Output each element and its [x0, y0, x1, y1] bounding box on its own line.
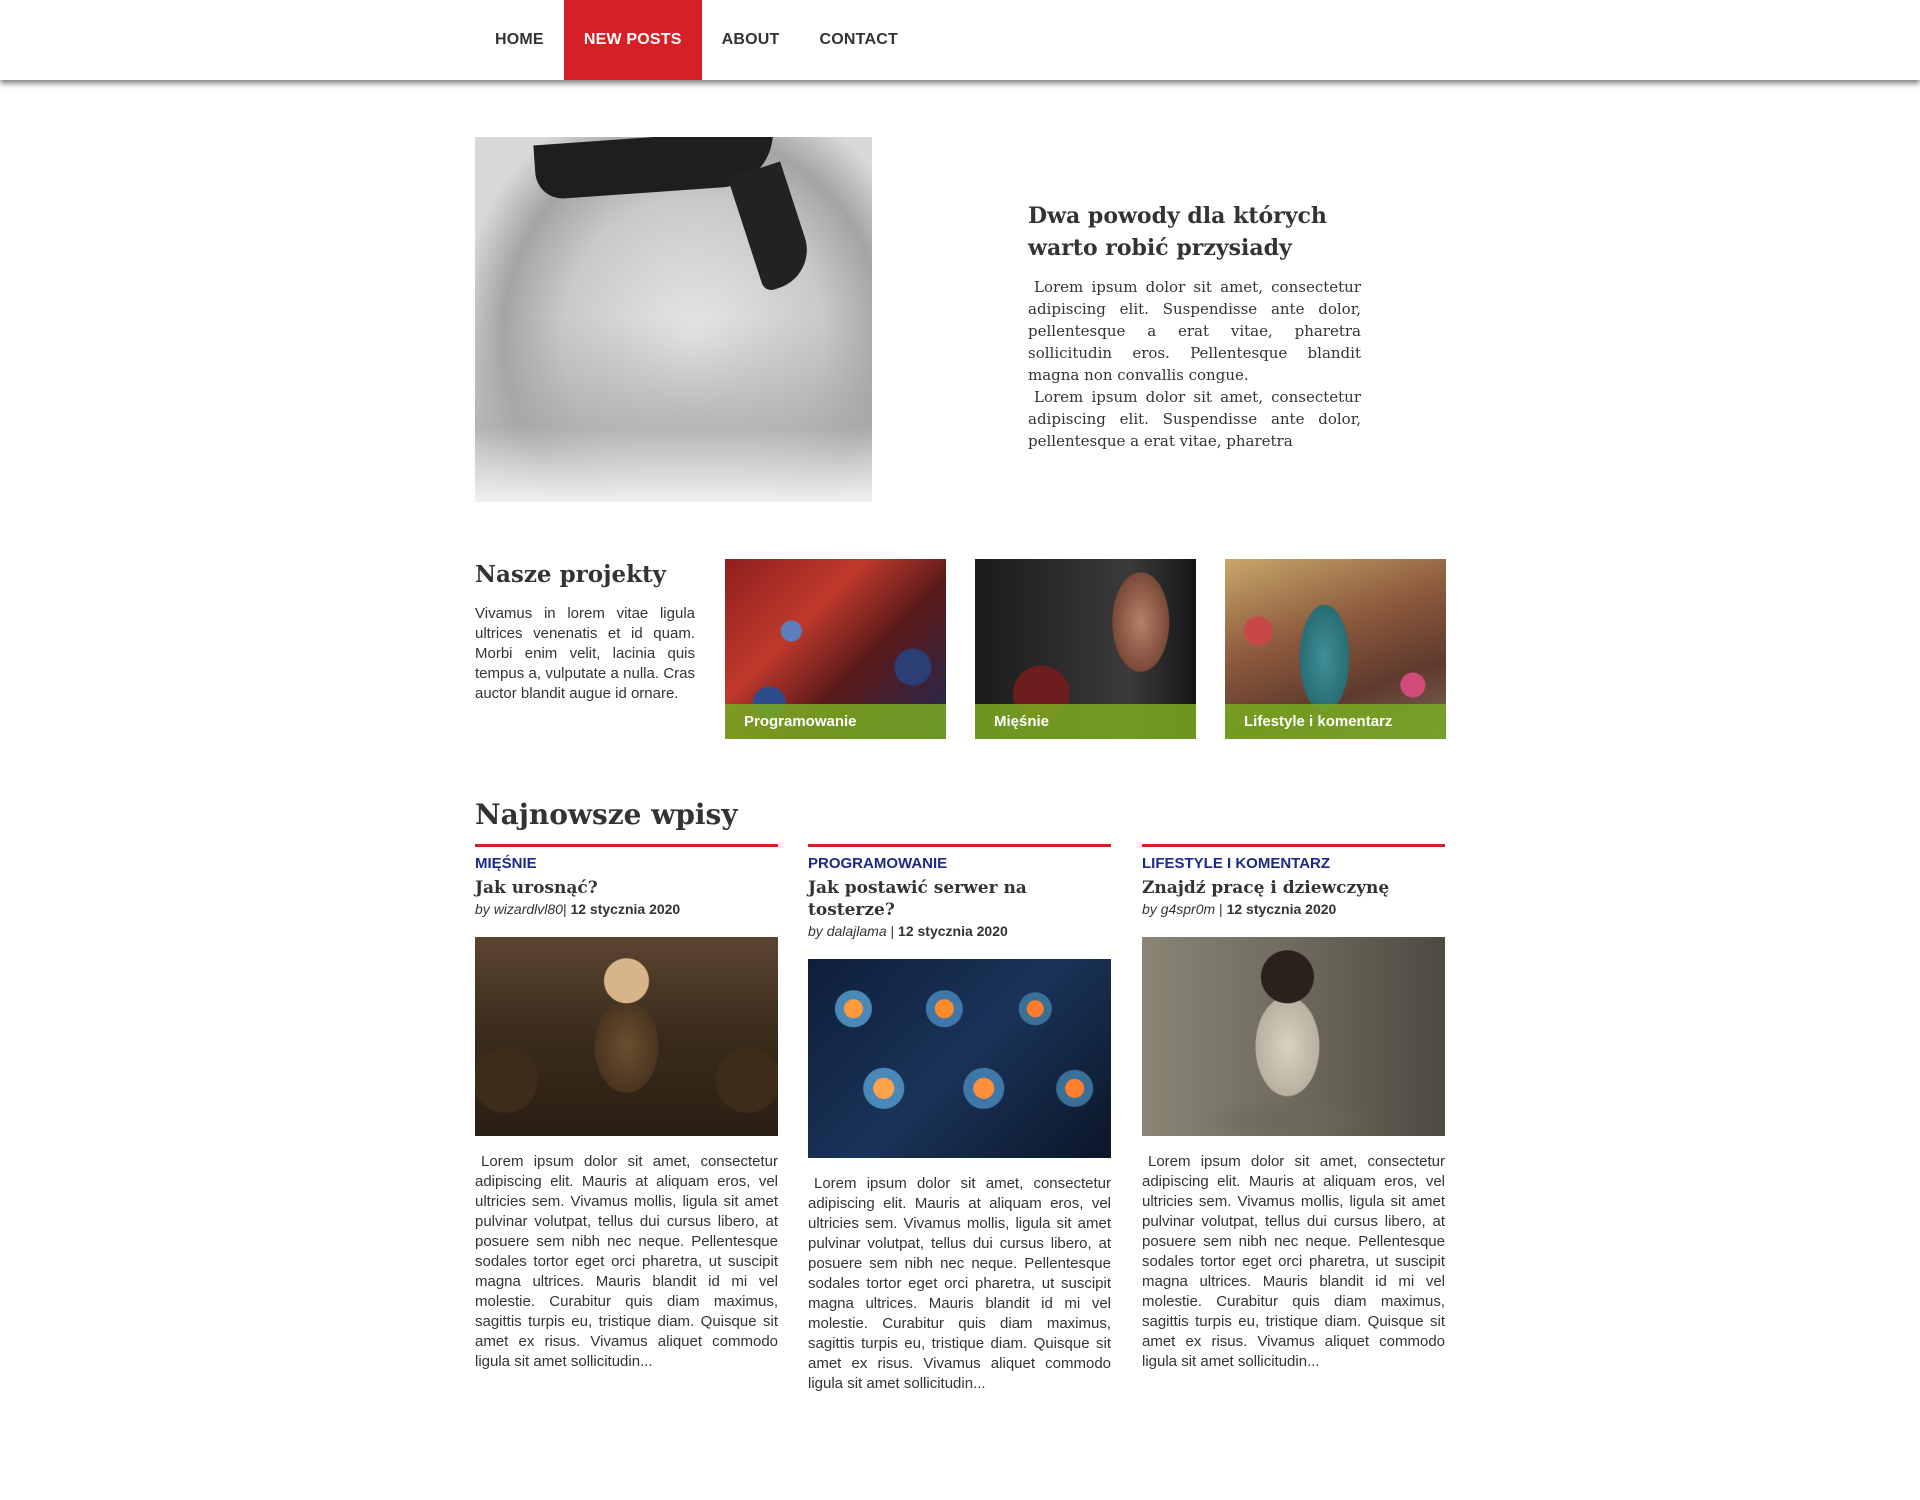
post-author: g4spr0m [1160, 901, 1216, 917]
post-image[interactable] [1142, 937, 1445, 1136]
post-date: 12 stycznia 2020 [1226, 901, 1337, 917]
hero-article: Dwa powody dla których warto robić przys… [1028, 200, 1361, 452]
projects-description: Vivamus in lorem vitae ligula ultrices v… [475, 605, 695, 702]
hero-body: Lorem ipsum dolor sit amet, consectetur … [1028, 276, 1361, 452]
hero-image-shape [727, 161, 818, 293]
top-navbar: HOME NEW POSTS ABOUT CONTACT [0, 0, 1920, 80]
hero-paragraph: Lorem ipsum dolor sit amet, consectetur … [1028, 388, 1361, 450]
post-date: 12 stycznia 2020 [570, 901, 681, 917]
post-excerpt: Lorem ipsum dolor sit amet, consectetur … [475, 1153, 778, 1370]
nav-item-new-posts[interactable]: NEW POSTS [563, 0, 702, 80]
post-divider [475, 844, 778, 847]
post-author: wizardlvl80 [493, 901, 563, 917]
latest-posts-title: Najnowsze wpisy [475, 798, 738, 831]
post-category-link[interactable]: LIFESTYLE I KOMENTARZ [1142, 855, 1445, 873]
post-meta-separator: | [562, 901, 567, 917]
post-title-link[interactable]: Jak urosnąć? [475, 877, 778, 899]
post-divider [1142, 844, 1445, 847]
post-by: by [1142, 901, 1157, 917]
post-date: 12 stycznia 2020 [898, 923, 1008, 939]
projects-title: Nasze projekty [475, 561, 666, 588]
hero-image-shade [475, 317, 872, 502]
post-author: dalajlama [826, 923, 887, 939]
post-image[interactable] [808, 959, 1111, 1158]
projects-intro: Nasze projekty Vivamus in lorem vitae li… [475, 556, 695, 704]
nav-item-about[interactable]: ABOUT [702, 0, 800, 80]
post-title-link[interactable]: Znajdź pracę i dziewczynę [1142, 877, 1445, 899]
nav-item-home[interactable]: HOME [475, 0, 564, 80]
project-tile-miesnie[interactable]: Mięśnie [975, 559, 1196, 739]
post-category-link[interactable]: PROGRAMOWANIE [808, 855, 1111, 873]
post-category-link[interactable]: MIĘŚNIE [475, 855, 778, 873]
hero-title-line2: warto robić przysiady [1028, 235, 1292, 261]
hero-title[interactable]: Dwa powody dla których warto robić przys… [1028, 200, 1361, 264]
post-meta-separator: | [1219, 901, 1223, 917]
post-meta: by wizardlvl80| 12 stycznia 2020 [475, 900, 778, 918]
post-by: by [808, 923, 823, 939]
post-excerpt: Lorem ipsum dolor sit amet, consectetur … [1142, 1153, 1445, 1370]
post-meta-separator: | [890, 923, 895, 939]
hero-paragraph: Lorem ipsum dolor sit amet, consectetur … [1028, 278, 1361, 384]
project-tile-label: Lifestyle i komentarz [1225, 704, 1446, 739]
post-divider [808, 844, 1111, 847]
hero-title-line1: Dwa powody dla których [1028, 203, 1327, 229]
post-card: LIFESTYLE I KOMENTARZ Znajdź pracę i dzi… [1142, 844, 1445, 1372]
post-meta: by dalajlama | 12 stycznia 2020 [808, 922, 1111, 940]
project-tile-programowanie[interactable]: Programowanie [725, 559, 946, 739]
project-tile-label: Programowanie [725, 704, 946, 739]
project-tile-label: Mięśnie [975, 704, 1196, 739]
post-card: PROGRAMOWANIE Jak postawić serwer na tos… [808, 844, 1111, 1394]
hero-image [475, 137, 872, 502]
nav-menu: HOME NEW POSTS ABOUT CONTACT [475, 0, 918, 80]
post-by: by [475, 901, 490, 917]
post-card: MIĘŚNIE Jak urosnąć? by wizardlvl80| 12 … [475, 844, 778, 1372]
post-title-link[interactable]: Jak postawić serwer na tosterze? [808, 877, 1111, 921]
post-excerpt: Lorem ipsum dolor sit amet, consectetur … [808, 1175, 1111, 1392]
nav-item-contact[interactable]: CONTACT [800, 0, 918, 80]
post-image[interactable] [475, 937, 778, 1136]
project-tile-lifestyle[interactable]: Lifestyle i komentarz [1225, 559, 1446, 739]
post-meta: by g4spr0m | 12 stycznia 2020 [1142, 900, 1445, 918]
